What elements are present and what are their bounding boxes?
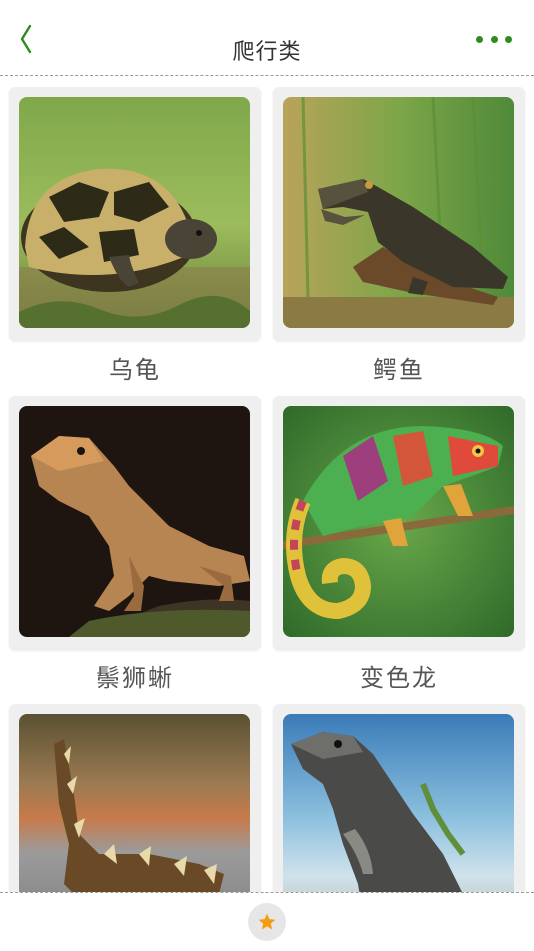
animal-card-iguana[interactable] bbox=[273, 704, 525, 892]
more-dots-icon bbox=[476, 35, 483, 43]
tortoise-photo bbox=[19, 97, 250, 328]
animal-grid[interactable]: 乌龟 鳄鱼 鬃狮蜥 变色龙 bbox=[0, 76, 534, 892]
crocodile-photo bbox=[283, 97, 514, 328]
bottom-bar bbox=[0, 892, 534, 951]
more-button[interactable] bbox=[476, 30, 512, 48]
animal-card-chameleon[interactable] bbox=[273, 396, 525, 650]
animal-label: 鬃狮蜥 bbox=[96, 664, 174, 692]
more-dot bbox=[505, 35, 512, 43]
iguana-photo bbox=[283, 714, 514, 892]
animal-label: 变色龙 bbox=[360, 664, 438, 692]
page-title: 爬行类 bbox=[232, 40, 302, 65]
animal-card-bearded-dragon[interactable] bbox=[9, 396, 261, 650]
star-icon bbox=[258, 913, 276, 930]
more-dot bbox=[490, 35, 498, 43]
thorny-devil-photo bbox=[19, 714, 250, 892]
chameleon-photo bbox=[283, 406, 514, 637]
animal-card-tortoise[interactable] bbox=[9, 87, 261, 341]
bearded-dragon-photo bbox=[19, 406, 250, 637]
animal-card-crocodile[interactable] bbox=[273, 87, 525, 341]
animal-label: 鳄鱼 bbox=[373, 356, 425, 384]
favorite-button[interactable] bbox=[248, 903, 286, 941]
animal-card-thorny-devil[interactable] bbox=[9, 704, 261, 892]
header-bar: 爬行类 bbox=[0, 0, 534, 76]
animal-label: 乌龟 bbox=[109, 356, 161, 384]
